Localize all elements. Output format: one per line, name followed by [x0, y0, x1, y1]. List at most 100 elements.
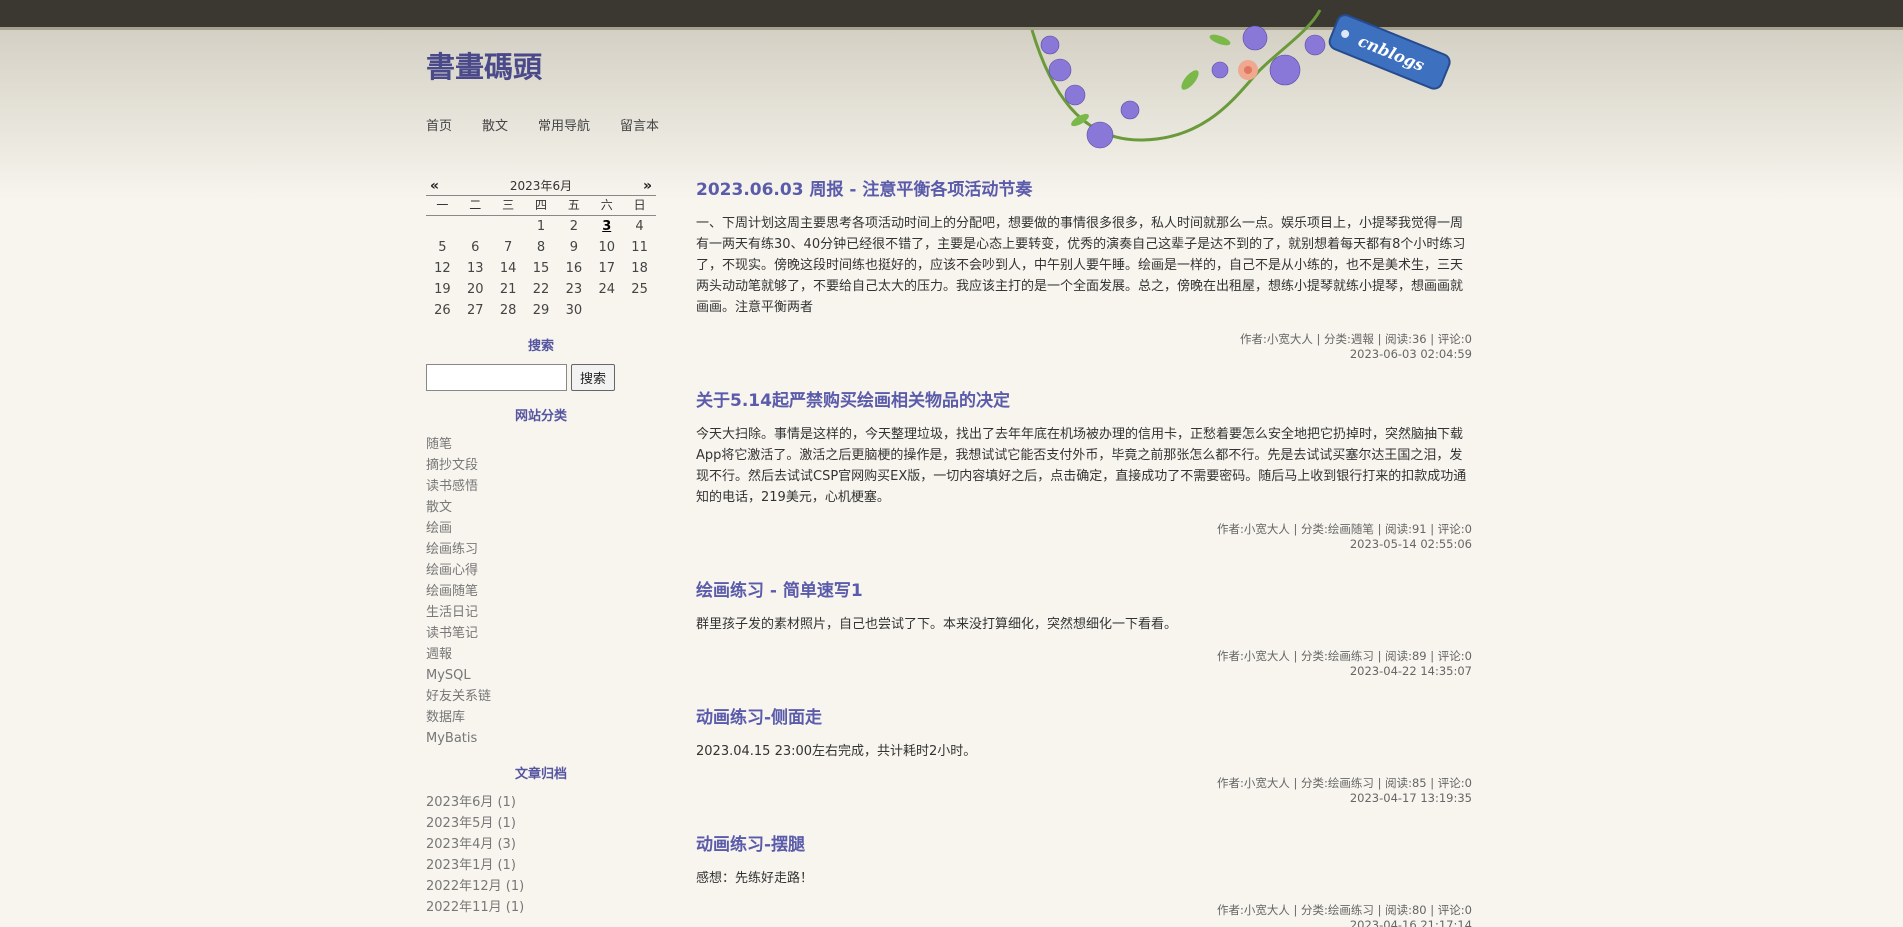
post-date: 2023-05-14 02:55:06	[1349, 537, 1472, 551]
calendar-day: 12	[434, 261, 451, 276]
calendar-day: 14	[499, 261, 517, 276]
post-summary: 感想：先练好走路！	[696, 871, 814, 886]
post-item: 2023.06.03 周报 - 注意平衡各项活动节奏 一、下周计划这周主要思考各项…	[696, 175, 1472, 362]
post-title-link[interactable]: 绘画练习 - 简单速写1	[696, 576, 1472, 601]
calendar-prev-button[interactable]: «	[426, 178, 443, 194]
cnblogs-tag[interactable]: cnblogs	[1327, 13, 1452, 91]
calendar-day	[426, 216, 459, 237]
calendar: « 2023年6月 » 一二三四五六日 1 2 3 4 5 6 7 8 9 10 11 12 13 14 1…	[426, 177, 656, 321]
calendar-weekday: 四	[534, 198, 547, 212]
post-meta-info: 作者:小宽大人 | 分类:週報 | 阅读:36 | 评论:0	[1239, 332, 1472, 346]
post-item: 动画练习-侧面走 2023.04.15 23:00左右完成，共计耗时2小时。作者:…	[696, 703, 1472, 806]
nav-guestbook[interactable]: 留言本	[620, 115, 659, 134]
categories-heading: 网站分类	[514, 409, 567, 424]
calendar-day: 13	[467, 261, 484, 276]
calendar-day	[459, 216, 492, 237]
category-link[interactable]: 绘画随笔	[426, 581, 656, 602]
category-list: 随笔 摘抄文段 读书感悟 散文 绘画 绘画练习 绘画心得 绘画随笔 生活日记 读书笔记 週報 MySQ…	[426, 434, 656, 749]
category-link[interactable]: 绘画心得	[426, 560, 656, 581]
calendar-day: 6	[471, 240, 480, 255]
nav-essay[interactable]: 散文	[482, 115, 508, 134]
archive-link[interactable]: 2023年1月 (1)	[426, 855, 656, 876]
archive-link[interactable]: 2022年11月 (1)	[426, 897, 656, 918]
post-meta: 作者:小宽大人 | 分类:绘画练习 | 阅读:80 | 评论:0 2023-04-…	[696, 903, 1472, 927]
calendar-day: 20	[467, 282, 484, 297]
post-meta: 作者:小宽大人 | 分类:绘画练习 | 阅读:89 | 评论:0 2023-04-…	[696, 649, 1472, 679]
calendar-day: 8	[536, 240, 546, 255]
archive-link[interactable]: 2023年5月 (1)	[426, 813, 656, 834]
category-link[interactable]: MyBatis	[426, 728, 656, 749]
post-list: 2023.06.03 周报 - 注意平衡各项活动节奏 一、下周计划这周主要思考各项…	[696, 175, 1472, 927]
post-title-link[interactable]: 2023.06.03 周报 - 注意平衡各项活动节奏	[696, 175, 1472, 200]
category-link[interactable]: 散文	[426, 497, 656, 518]
post-meta-info: 作者:小宽大人 | 分类:绘画练习 | 阅读:85 | 评论:0	[1216, 776, 1472, 790]
post-meta-info: 作者:小宽大人 | 分类:绘画随笔 | 阅读:91 | 评论:0	[1216, 522, 1472, 536]
calendar-weekday: 六	[600, 198, 613, 212]
main-nav: 首页 散文 常用导航 留言本	[426, 115, 689, 134]
calendar-day: 19	[434, 282, 451, 297]
category-link[interactable]: 数据库	[426, 707, 656, 728]
category-link[interactable]: 週報	[426, 644, 656, 665]
calendar-day: 7	[503, 240, 513, 255]
calendar-month-label: 2023年6月	[509, 179, 573, 193]
calendar-day: 2	[569, 219, 578, 234]
archive-link[interactable]: 2023年6月 (1)	[426, 792, 656, 813]
calendar-weekday: 三	[502, 198, 515, 212]
search-heading: 搜索	[527, 339, 554, 354]
calendar-day: 25	[631, 282, 648, 297]
calendar-day: 24	[598, 282, 615, 297]
search-button[interactable]: 搜索	[571, 364, 615, 391]
calendar-weekday: 五	[567, 198, 580, 212]
calendar-day	[492, 216, 525, 237]
post-summary: 2023.04.15 23:00左右完成，共计耗时2小时。	[696, 744, 977, 759]
post-item: 关于5.14起严禁购买绘画相关物品的决定今天大扫除。事情是这样的，今天整理垃圾，…	[696, 386, 1472, 552]
category-link[interactable]: MySQL	[426, 665, 656, 686]
calendar-day-today[interactable]: 3	[590, 216, 623, 237]
calendar-day	[590, 300, 623, 321]
nav-home[interactable]: 首页	[426, 115, 452, 134]
category-link[interactable]: 读书感悟	[426, 476, 656, 497]
search-input[interactable]	[426, 364, 567, 391]
category-link[interactable]: 绘画	[426, 518, 656, 539]
post-summary: 今天大扫除。事情是这样的，今天整理垃圾，找出了去年年底在机场被办理的信用卡，正愁…	[696, 427, 1467, 505]
category-link[interactable]: 随笔	[426, 434, 656, 455]
calendar-weekday: 一	[436, 198, 449, 212]
calendar-day: 16	[565, 261, 583, 276]
post-date: 2023-04-17 13:19:35	[1349, 791, 1472, 805]
calendar-day: 23	[565, 282, 583, 297]
calendar-day: 27	[467, 303, 484, 318]
category-link[interactable]: 绘画练习	[426, 539, 656, 560]
post-item: 动画练习-摆腿感想：先练好走路！ 作者:小宽大人 | 分类:绘画练习 | 阅读:8…	[696, 830, 1472, 927]
post-title-link[interactable]: 关于5.14起严禁购买绘画相关物品的决定	[696, 386, 1472, 411]
post-title-link[interactable]: 动画练习-摆腿	[696, 830, 1472, 855]
post-meta: 作者:小宽大人 | 分类:绘画练习 | 阅读:85 | 评论:0 2023-04-…	[696, 776, 1472, 806]
category-link[interactable]: 好友关系链	[426, 686, 656, 707]
post-meta-info: 作者:小宽大人 | 分类:绘画练习 | 阅读:89 | 评论:0	[1216, 649, 1472, 663]
calendar-day: 17	[598, 261, 615, 276]
calendar-day: 1	[536, 219, 546, 234]
post-item: 绘画练习 - 简单速写1 群里孩子发的素材照片，自己也尝试了下。本来没打算细化，突…	[696, 576, 1472, 679]
post-meta-info: 作者:小宽大人 | 分类:绘画练习 | 阅读:80 | 评论:0	[1216, 903, 1472, 917]
category-link[interactable]: 生活日记	[426, 602, 656, 623]
category-link[interactable]: 读书笔记	[426, 623, 656, 644]
calendar-day: 28	[499, 303, 517, 318]
calendar-day: 29	[532, 303, 550, 318]
archive-link[interactable]: 2022年12月 (1)	[426, 876, 656, 897]
calendar-weekday: 二	[469, 198, 482, 212]
category-link[interactable]: 摘抄文段	[426, 455, 656, 476]
post-meta: 作者:小宽大人 | 分类:绘画随笔 | 阅读:91 | 评论:0 2023-05-…	[696, 522, 1472, 552]
calendar-weekdays: 一二三四五六日	[426, 196, 656, 216]
post-summary: 群里孩子发的素材照片，自己也尝试了下。本来没打算细化，突然想细化一下看看。	[696, 617, 1178, 632]
archive-list: 2023年6月 (1) 2023年5月 (1) 2023年4月 (3) 2023年1月…	[426, 792, 656, 918]
archive-link[interactable]: 2023年4月 (3)	[426, 834, 656, 855]
post-date: 2023-04-22 14:35:07	[1349, 664, 1472, 678]
calendar-day: 21	[499, 282, 517, 297]
post-title-link[interactable]: 动画练习-侧面走	[696, 703, 1472, 728]
archive-heading: 文章归档	[514, 767, 567, 782]
calendar-header: « 2023年6月 »	[426, 177, 656, 196]
site-title[interactable]: 書畫碼頭	[426, 44, 542, 86]
nav-common-links[interactable]: 常用导航	[538, 115, 590, 134]
post-meta: 作者:小宽大人 | 分类:週報 | 阅读:36 | 评论:0 2023-06-03…	[696, 332, 1472, 362]
calendar-next-button[interactable]: »	[639, 178, 656, 194]
calendar-day: 26	[434, 303, 451, 318]
